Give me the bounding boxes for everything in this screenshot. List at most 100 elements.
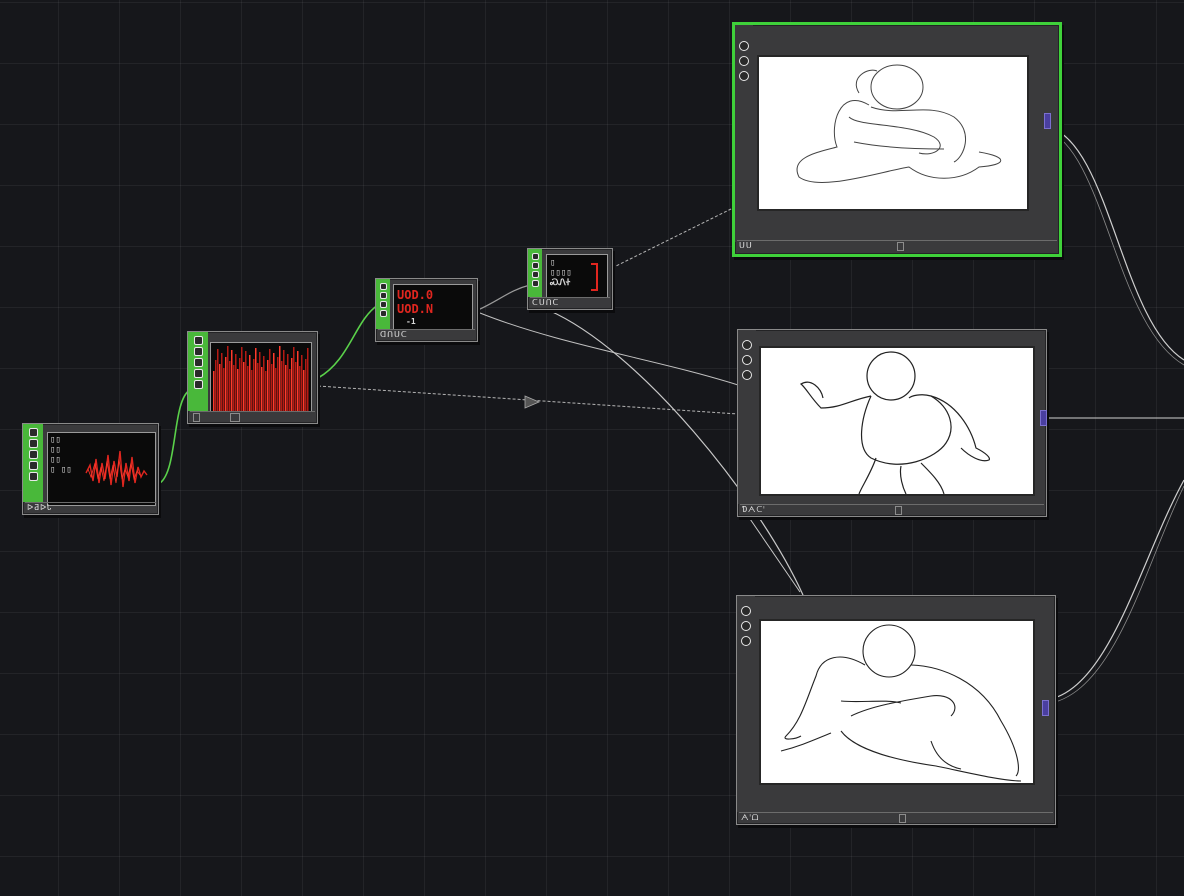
status-label: ᑌᑌ <box>739 241 753 250</box>
status-label: ᗡᑎᑌᑕ <box>380 330 408 339</box>
wire-middle-to-bottom[interactable] <box>747 515 801 593</box>
spectrum-bar <box>295 362 297 411</box>
slot-icon[interactable] <box>379 283 387 290</box>
slot-icon[interactable] <box>531 271 539 278</box>
status-label: ᑕᑌᑎᑕ <box>532 298 560 307</box>
slot-icon[interactable] <box>28 428 38 437</box>
spectrum-bar <box>239 358 241 411</box>
wire-bottom-output-2[interactable] <box>1045 485 1184 705</box>
status-bar: ᑌᑌ <box>737 240 1057 251</box>
wire-spectrum-to-counter[interactable] <box>317 304 379 379</box>
status-label: ᐅƋᐅᏓ <box>27 503 53 512</box>
spectrum-bar <box>261 367 263 411</box>
slot-icon[interactable] <box>741 621 751 631</box>
slot-icon[interactable] <box>742 370 752 380</box>
slot-icon[interactable] <box>193 380 203 389</box>
preview-node-middle[interactable]: Ɗᗅᑕᑊ <box>737 329 1047 517</box>
preview-image-bottom <box>759 619 1035 785</box>
slot-icon[interactable] <box>193 358 203 367</box>
slot-icon[interactable] <box>742 340 752 350</box>
slot-icon[interactable] <box>739 71 749 81</box>
spectrum-node[interactable] <box>187 331 318 424</box>
spectrum-bar <box>219 364 221 411</box>
slot-icon[interactable] <box>742 355 752 365</box>
status-marker <box>230 413 240 422</box>
slot-icon[interactable] <box>379 310 387 317</box>
display-screen: ▯ ▯▯▯▯ ᏍᏁᏐ <box>546 254 608 298</box>
slot-icon[interactable] <box>741 606 751 616</box>
slot-icon[interactable] <box>741 636 751 646</box>
spectrum-bar <box>305 359 307 411</box>
status-label: Ɗᗅᑕᑊ <box>742 505 766 514</box>
spectrum-screen <box>210 342 312 412</box>
status-marker <box>193 413 200 422</box>
node-side-panel <box>738 330 756 504</box>
slot-icon[interactable] <box>193 369 203 378</box>
spectrum-bar <box>221 353 223 411</box>
spectrum-bar <box>293 347 295 411</box>
node-side-panel <box>188 332 208 411</box>
spectrum-bar <box>279 346 281 411</box>
spectrum-bar <box>241 347 243 411</box>
spectrum-bar <box>227 346 229 411</box>
counter-node[interactable]: UOD.0 UOD.N -1 ᗡᑎᑌᑕ <box>375 278 478 342</box>
figure-sketch-middle <box>799 351 991 494</box>
spectrum-bar <box>265 371 267 411</box>
output-port[interactable] <box>1042 700 1049 716</box>
status-bar: ᗅᑊᗝ <box>739 812 1053 823</box>
slot-icon[interactable] <box>531 253 539 260</box>
slot-icon[interactable] <box>28 461 38 470</box>
spectrum-bar <box>267 360 269 411</box>
spectrum-bar <box>255 348 257 411</box>
spectrum-bar <box>253 359 255 411</box>
slot-icon[interactable] <box>193 347 203 356</box>
preview-node-bottom[interactable]: ᗅᑊᗝ <box>736 595 1056 825</box>
status-marker <box>899 814 906 823</box>
counter-screen: UOD.0 UOD.N -1 <box>393 284 473 330</box>
spectrum-bar <box>263 356 265 411</box>
status-label: ᗅᑊᗝ <box>741 813 760 822</box>
slot-icon[interactable] <box>28 450 38 459</box>
preview-image-top <box>757 55 1029 211</box>
spectrum-bar <box>259 352 261 411</box>
spectrum-bar <box>301 355 303 411</box>
slot-icon[interactable] <box>531 262 539 269</box>
spectrum-bar <box>245 351 247 411</box>
counter-line-2: UOD.N <box>397 302 434 316</box>
slot-icon[interactable] <box>28 439 38 448</box>
waveform-screen: ▯▯ ▯▯ ▯▯ ▯ ▯▯ <box>47 432 156 506</box>
wire-bottom-output[interactable] <box>1045 479 1184 701</box>
slot-icon[interactable] <box>193 336 203 345</box>
spectrum-bar <box>237 369 239 411</box>
figure-sketch-top <box>796 64 1002 183</box>
status-marker <box>897 242 904 251</box>
wire-counter-to-display[interactable] <box>477 284 531 311</box>
spectrum-bar <box>257 363 259 411</box>
spectrum-bar <box>285 365 287 411</box>
spectrum-bar <box>303 370 305 411</box>
slot-icon[interactable] <box>28 472 38 481</box>
slot-icon[interactable] <box>739 56 749 66</box>
output-port[interactable] <box>1040 410 1047 426</box>
wire-top-output-2[interactable] <box>1045 129 1184 366</box>
output-port[interactable] <box>1044 113 1051 129</box>
slot-icon[interactable] <box>379 301 387 308</box>
wire-display-to-top[interactable] <box>611 207 734 269</box>
waveform-plot <box>85 450 148 488</box>
slot-icon[interactable] <box>531 280 539 287</box>
waveform-node[interactable]: ▯▯ ▯▯ ▯▯ ▯ ▯▯ ᐅƋᐅᏓ <box>22 423 159 515</box>
spectrum-bar <box>275 368 277 411</box>
preview-image-middle <box>759 346 1035 496</box>
counter-line-1: UOD.0 <box>397 288 434 302</box>
wire-top-output[interactable] <box>1045 125 1184 361</box>
wire-waveform-to-spectrum[interactable] <box>159 389 191 484</box>
preview-node-top[interactable]: ᑌᑌ <box>732 22 1062 257</box>
slot-icon[interactable] <box>739 41 749 51</box>
node-side-panel <box>23 424 43 502</box>
spectrum-bars <box>213 346 309 411</box>
spectrum-bar <box>289 369 291 411</box>
display-node[interactable]: ▯ ▯▯▯▯ ᏍᏁᏐ ᑕᑌᑎᑕ <box>527 248 613 310</box>
spectrum-bar <box>269 349 271 411</box>
node-side-panel <box>528 249 542 297</box>
slot-icon[interactable] <box>379 292 387 299</box>
